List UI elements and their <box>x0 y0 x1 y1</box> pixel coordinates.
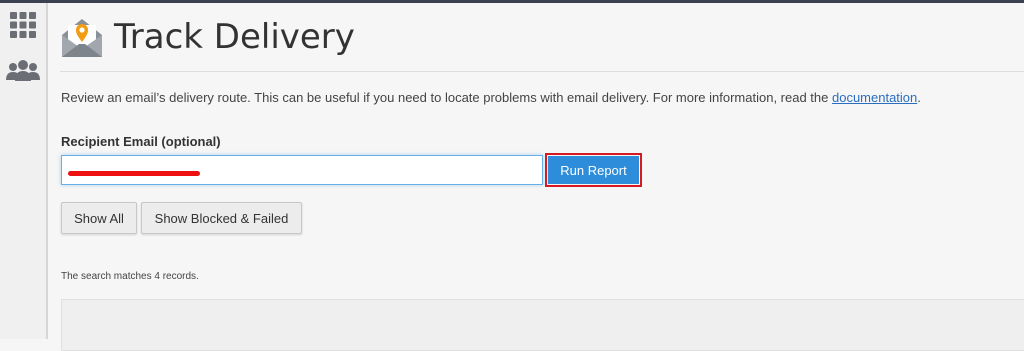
description-text: Review an email’s delivery route. This c… <box>61 90 832 105</box>
users-group-icon[interactable] <box>0 60 46 82</box>
results-panel <box>61 299 1024 351</box>
show-blocked-failed-button[interactable]: Show Blocked & Failed <box>141 202 302 234</box>
search-match-count: The search matches 4 records. <box>61 271 199 282</box>
show-all-button[interactable]: Show All <box>61 202 137 234</box>
page-title: Track Delivery <box>114 17 355 57</box>
documentation-link[interactable]: documentation <box>832 90 917 105</box>
recipient-email-input[interactable] <box>61 155 543 185</box>
description-end: . <box>917 90 921 105</box>
track-delivery-envelope-icon <box>59 15 105 61</box>
main-content: Track Delivery Review an email’s deliver… <box>48 3 1024 351</box>
header-divider <box>60 71 1024 72</box>
page-description: Review an email’s delivery route. This c… <box>61 90 921 105</box>
run-report-button[interactable]: Run Report <box>548 156 639 184</box>
grid-apps-icon[interactable] <box>0 12 46 38</box>
sidebar <box>0 3 48 339</box>
recipient-email-label: Recipient Email (optional) <box>61 134 221 149</box>
